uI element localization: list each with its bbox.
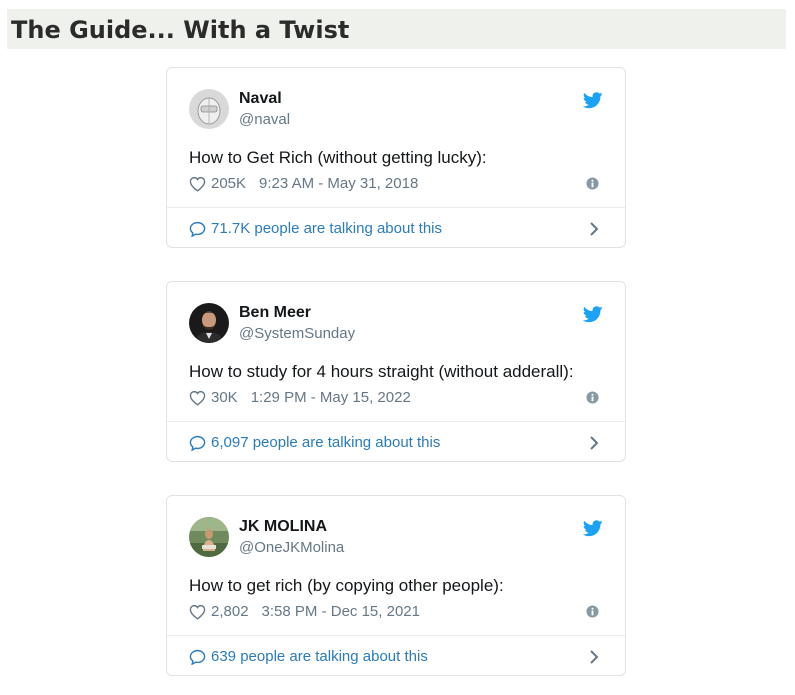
tweet-timestamp[interactable]: 9:23 AM - May 31, 2018 bbox=[259, 175, 418, 192]
page-header: The Guide... With a Twist bbox=[7, 9, 786, 49]
heart-icon[interactable] bbox=[189, 390, 206, 406]
person-outdoor-avatar-icon bbox=[189, 517, 229, 557]
author-handle[interactable]: @OneJKMolina bbox=[239, 539, 344, 556]
like-count[interactable]: 205K bbox=[211, 175, 246, 192]
info-icon[interactable] bbox=[586, 177, 599, 190]
robot-avatar-icon bbox=[189, 89, 229, 129]
tweet-timestamp[interactable]: 3:58 PM - Dec 15, 2021 bbox=[262, 603, 420, 620]
tweet-card[interactable]: Ben Meer @SystemSunday How to study for … bbox=[166, 281, 626, 462]
twitter-bird-icon[interactable] bbox=[583, 520, 603, 537]
tweet-text[interactable]: How to Get Rich (without getting lucky): bbox=[189, 148, 487, 168]
author-handle[interactable]: @naval bbox=[239, 111, 290, 128]
author-name[interactable]: JK MOLINA bbox=[239, 518, 327, 536]
tweet-meta: 205K 9:23 AM - May 31, 2018 bbox=[189, 175, 418, 192]
speech-bubble-icon bbox=[189, 221, 206, 237]
author-name[interactable]: Naval bbox=[239, 90, 282, 108]
like-count[interactable]: 2,802 bbox=[211, 603, 249, 620]
person-avatar-icon bbox=[189, 303, 229, 343]
tweet-timestamp[interactable]: 1:29 PM - May 15, 2022 bbox=[251, 389, 411, 406]
heart-icon[interactable] bbox=[189, 604, 206, 620]
tweet-text[interactable]: How to study for 4 hours straight (witho… bbox=[189, 362, 574, 382]
conversation-link[interactable]: 639 people are talking about this bbox=[189, 648, 428, 665]
avatar[interactable] bbox=[189, 303, 229, 343]
page-title: The Guide... With a Twist bbox=[11, 16, 350, 44]
conversation-link[interactable]: 6,097 people are talking about this bbox=[189, 434, 440, 451]
conversation-link[interactable]: 71.7K people are talking about this bbox=[189, 220, 442, 237]
divider bbox=[167, 635, 625, 636]
twitter-bird-icon[interactable] bbox=[583, 92, 603, 109]
conversation-count[interactable]: 71.7K people are talking about this bbox=[211, 220, 442, 237]
divider bbox=[167, 207, 625, 208]
divider bbox=[167, 421, 625, 422]
tweet-card[interactable]: Naval @naval How to Get Rich (without ge… bbox=[166, 67, 626, 248]
chevron-right-icon[interactable] bbox=[589, 221, 599, 237]
conversation-count[interactable]: 6,097 people are talking about this bbox=[211, 434, 440, 451]
conversation-count[interactable]: 639 people are talking about this bbox=[211, 648, 428, 665]
tweet-meta: 2,802 3:58 PM - Dec 15, 2021 bbox=[189, 603, 420, 620]
chevron-right-icon[interactable] bbox=[589, 649, 599, 665]
tweet-card[interactable]: JK MOLINA @OneJKMolina How to get rich (… bbox=[166, 495, 626, 676]
heart-icon[interactable] bbox=[189, 176, 206, 192]
avatar[interactable] bbox=[189, 89, 229, 129]
info-icon[interactable] bbox=[586, 605, 599, 618]
chevron-right-icon[interactable] bbox=[589, 435, 599, 451]
author-handle[interactable]: @SystemSunday bbox=[239, 325, 355, 342]
speech-bubble-icon bbox=[189, 649, 206, 665]
info-icon[interactable] bbox=[586, 391, 599, 404]
twitter-bird-icon[interactable] bbox=[583, 306, 603, 323]
author-name[interactable]: Ben Meer bbox=[239, 304, 311, 322]
tweet-meta: 30K 1:29 PM - May 15, 2022 bbox=[189, 389, 411, 406]
avatar[interactable] bbox=[189, 517, 229, 557]
speech-bubble-icon bbox=[189, 435, 206, 451]
tweet-text[interactable]: How to get rich (by copying other people… bbox=[189, 576, 504, 596]
like-count[interactable]: 30K bbox=[211, 389, 238, 406]
